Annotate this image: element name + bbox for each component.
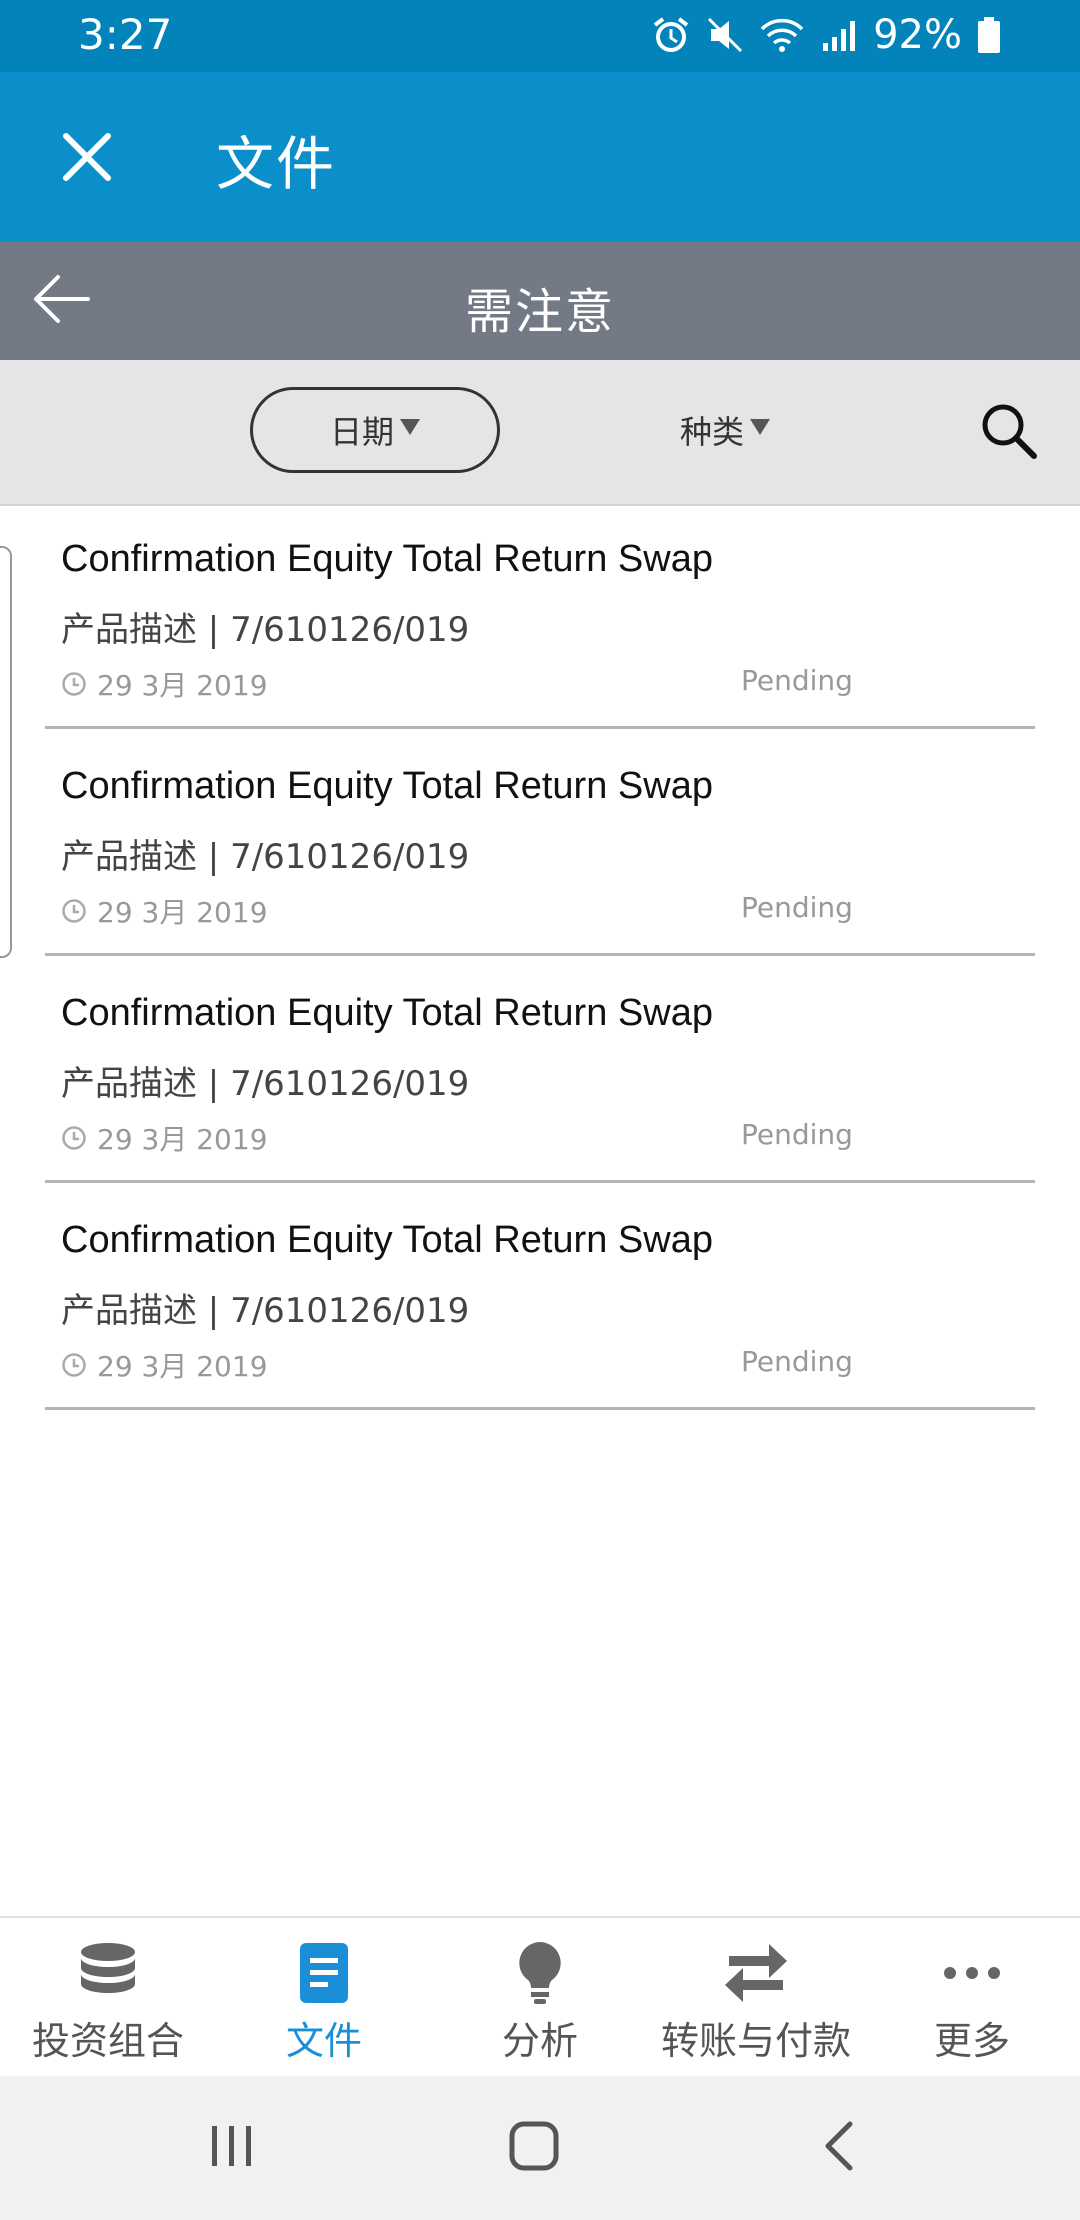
signal-icon <box>823 21 856 51</box>
app-bar: 文件 <box>0 72 1080 242</box>
tab-label: 分析 <box>501 2019 578 2063</box>
document-description: 产品描述 | 7/610126/019 <box>61 610 470 650</box>
home-icon[interactable] <box>504 2116 564 2176</box>
filter-bar: 日期 种类 <box>0 360 1080 506</box>
document-date: 29 3月 2019 <box>61 891 268 931</box>
document-date-text: 29 3月 2019 <box>97 669 268 702</box>
battery-icon <box>978 17 1000 53</box>
bottom-tab-bar: 投资组合 文件 分析 转账与付款 更多 <box>0 1916 1080 2076</box>
status-badge: Pending <box>741 1345 853 1378</box>
page-title: 文件 <box>216 130 337 198</box>
tab-label: 转账与付款 <box>660 2019 851 2063</box>
document-title: Confirmation Equity Total Return Swap <box>61 538 713 580</box>
transfer-arrows-icon <box>716 1938 796 2008</box>
alarm-icon <box>653 17 689 52</box>
document-list-item[interactable]: Confirmation Equity Total Return Swap 产品… <box>45 956 1035 1183</box>
battery-percent: 92% <box>873 12 962 58</box>
document-icon <box>284 1938 364 2008</box>
mute-icon <box>708 17 743 53</box>
tab-label: 投资组合 <box>31 2019 184 2063</box>
status-bar: 3:27 92% <box>0 0 1080 72</box>
sub-header: 需注意 <box>0 242 1080 360</box>
document-title: Confirmation Equity Total Return Swap <box>61 1219 713 1261</box>
kind-filter-button[interactable]: 种类 <box>680 400 771 460</box>
database-icon <box>68 1938 148 2008</box>
clock-icon <box>62 899 86 923</box>
document-list-item[interactable]: Confirmation Equity Total Return Swap 产品… <box>45 1183 1035 1410</box>
document-date: 29 3月 2019 <box>61 664 268 704</box>
search-icon[interactable] <box>978 400 1040 462</box>
status-badge: Pending <box>741 1118 853 1151</box>
document-list-item[interactable]: Confirmation Equity Total Return Swap 产品… <box>45 729 1035 956</box>
more-dots-icon <box>932 1938 1012 2008</box>
recent-apps-icon[interactable] <box>202 2116 262 2176</box>
document-date-text: 29 3月 2019 <box>97 896 268 929</box>
clock-icon <box>62 1126 86 1150</box>
chevron-down-icon <box>400 419 420 435</box>
status-badge: Pending <box>741 664 853 697</box>
status-time: 3:27 <box>78 10 173 59</box>
document-date-text: 29 3月 2019 <box>97 1350 268 1383</box>
tab-more[interactable]: 更多 <box>864 1918 1080 2076</box>
document-title: Confirmation Equity Total Return Swap <box>61 765 713 807</box>
status-icons: 92% <box>651 12 1002 58</box>
tab-transfers[interactable]: 转账与付款 <box>648 1918 864 2076</box>
tab-analysis[interactable]: 分析 <box>432 1918 648 2076</box>
date-filter-label: 日期 <box>329 413 394 451</box>
section-title: 需注意 <box>464 284 615 340</box>
document-description: 产品描述 | 7/610126/019 <box>61 1291 470 1331</box>
document-date-text: 29 3月 2019 <box>97 1123 268 1156</box>
side-panel-edge[interactable] <box>0 546 12 958</box>
document-date: 29 3月 2019 <box>61 1345 268 1385</box>
document-list-item[interactable]: Confirmation Equity Total Return Swap 产品… <box>45 502 1035 729</box>
status-badge: Pending <box>741 891 853 924</box>
back-icon[interactable] <box>810 2116 870 2176</box>
system-nav-bar <box>0 2076 1080 2220</box>
tab-label: 更多 <box>933 2019 1010 2063</box>
clock-icon <box>62 1353 86 1377</box>
document-date: 29 3月 2019 <box>61 1118 268 1158</box>
wifi-icon <box>760 18 804 52</box>
document-description: 产品描述 | 7/610126/019 <box>61 837 470 877</box>
lightbulb-icon <box>500 1938 580 2008</box>
kind-filter-label: 种类 <box>680 413 745 451</box>
tab-label: 文件 <box>285 2019 362 2063</box>
close-icon[interactable] <box>52 122 122 192</box>
clock-icon <box>62 672 86 696</box>
document-description: 产品描述 | 7/610126/019 <box>61 1064 470 1104</box>
document-title: Confirmation Equity Total Return Swap <box>61 992 713 1034</box>
tab-documents[interactable]: 文件 <box>216 1918 432 2076</box>
tab-portfolio[interactable]: 投资组合 <box>0 1918 216 2076</box>
date-filter-button[interactable]: 日期 <box>250 387 500 473</box>
chevron-down-icon <box>750 419 771 435</box>
